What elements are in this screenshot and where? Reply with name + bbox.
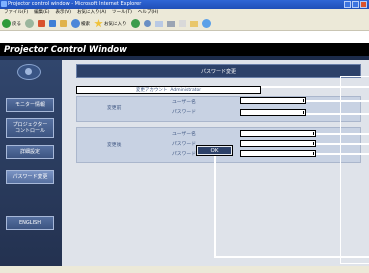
after-username-label: ユーザー名	[172, 132, 196, 137]
ok-button[interactable]: OK	[198, 147, 231, 154]
print-icon	[166, 20, 175, 27]
close-button[interactable]	[360, 1, 367, 8]
mail-icon	[154, 20, 163, 27]
sidebar-item-english[interactable]: ENGLISH	[6, 216, 54, 230]
browser-toolbar: 戻る 検索 お気に入り	[0, 17, 369, 31]
mail-button[interactable]	[154, 20, 163, 27]
home-button[interactable]	[60, 20, 67, 27]
menu-file[interactable]: ファイル(F)	[4, 9, 28, 17]
menu-edit[interactable]: 編集(E)	[34, 9, 49, 17]
search-button[interactable]: 検索	[71, 19, 90, 28]
back-button[interactable]: 戻る	[2, 19, 21, 28]
media-button[interactable]	[130, 19, 140, 28]
refresh-button[interactable]	[49, 20, 56, 27]
logo-icon	[17, 64, 41, 80]
media-icon	[130, 19, 140, 28]
before-password-input[interactable]	[240, 109, 306, 116]
messenger-icon	[201, 19, 211, 28]
minimize-button[interactable]	[344, 1, 351, 8]
star-icon	[94, 19, 103, 28]
menu-tools[interactable]: ツール(T)	[112, 9, 132, 17]
refresh-icon	[49, 20, 56, 27]
callout-bracket	[340, 76, 369, 264]
search-icon	[71, 19, 80, 28]
before-username-label: ユーザー名	[172, 100, 196, 105]
account-value: Administrator	[170, 87, 202, 93]
window-title: Projector control window - Microsoft Int…	[8, 1, 142, 7]
forward-arrow-icon	[25, 19, 34, 28]
after-password-label: パスワード	[172, 142, 196, 147]
sidebar	[0, 60, 62, 273]
menu-help[interactable]: ヘルプ(H)	[138, 9, 158, 17]
back-arrow-icon	[2, 19, 11, 28]
ie-icon	[1, 1, 7, 7]
home-icon	[60, 20, 67, 27]
account-label: 変更アカウント	[135, 88, 168, 93]
history-icon	[143, 20, 151, 27]
before-username-input[interactable]	[240, 97, 306, 104]
sidebar-item-detail-settings[interactable]: 詳細設定	[6, 145, 54, 159]
folder-icon	[189, 20, 198, 27]
account-indicator: 変更アカウント Administrator	[76, 86, 261, 94]
sidebar-item-monitor-info[interactable]: モニター情報	[6, 98, 54, 112]
window-titlebar: Projector control window - Microsoft Int…	[0, 0, 369, 9]
after-password-confirm-input[interactable]	[240, 150, 316, 157]
menu-favorites[interactable]: お気に入り(A)	[77, 9, 106, 17]
forward-button[interactable]	[25, 19, 34, 28]
messenger-button[interactable]	[201, 19, 211, 28]
stop-icon	[38, 20, 45, 27]
page-header: パスワード変更	[76, 64, 361, 78]
back-label: 戻る	[12, 21, 21, 27]
search-label: 検索	[81, 21, 90, 27]
favorites-button[interactable]: お気に入り	[94, 19, 127, 28]
maximize-button[interactable]	[352, 1, 359, 8]
menubar: ファイル(F) 編集(E) 表示(V) お気に入り(A) ツール(T) ヘルプ(…	[0, 9, 369, 17]
menu-view[interactable]: 表示(V)	[55, 9, 71, 17]
sidebar-item-projector-control[interactable]: プロジェクター コントロール	[6, 118, 54, 138]
print-button[interactable]	[166, 20, 175, 27]
after-password-input[interactable]	[240, 140, 316, 147]
after-section-label: 変更後	[107, 143, 122, 148]
before-password-label: パスワード	[172, 110, 196, 115]
edit-icon	[178, 20, 186, 27]
callout-line-ok-vertical	[214, 156, 216, 256]
before-section-label: 変更前	[107, 106, 122, 111]
edit-button[interactable]	[178, 20, 186, 27]
after-username-input[interactable]	[240, 130, 316, 137]
favorites-label: お気に入り	[104, 21, 127, 27]
sidebar-item-password-change[interactable]: パスワード変更	[6, 170, 54, 184]
app-title: Projector Control Window	[4, 45, 127, 55]
history-button[interactable]	[143, 20, 151, 27]
stop-button[interactable]	[38, 20, 45, 27]
status-bar	[0, 266, 369, 273]
folder-button[interactable]	[189, 20, 198, 27]
